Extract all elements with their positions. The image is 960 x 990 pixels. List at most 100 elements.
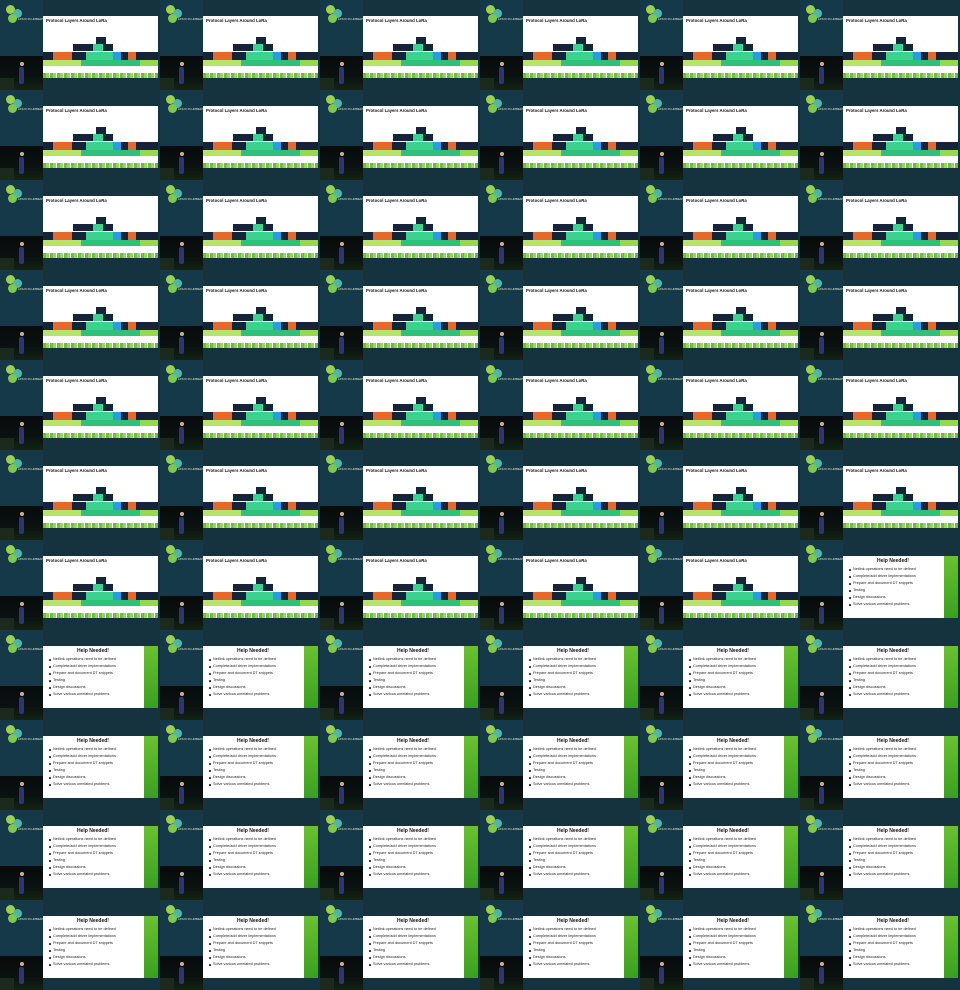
video-thumbnail[interactable]: LINUX PLUMBERS Protocol Layers Around Lo… bbox=[160, 180, 320, 270]
video-thumbnail[interactable]: LINUX PLUMBERS Help Needed! Netlink oper… bbox=[800, 900, 960, 990]
video-thumbnail[interactable]: LINUX PLUMBERS Protocol Layers Around Lo… bbox=[640, 270, 800, 360]
video-thumbnail[interactable]: LINUX PLUMBERS Help Needed! Netlink oper… bbox=[320, 630, 480, 720]
diagram-block bbox=[553, 44, 573, 51]
video-thumbnail[interactable]: LINUX PLUMBERS Protocol Layers Around Lo… bbox=[320, 90, 480, 180]
video-thumbnail[interactable]: LINUX PLUMBERS Protocol Layers Around Lo… bbox=[160, 90, 320, 180]
video-thumbnail[interactable]: LINUX PLUMBERS Protocol Layers Around Lo… bbox=[480, 450, 640, 540]
speaker-video bbox=[320, 236, 363, 270]
conference-logo: LINUX PLUMBERS bbox=[166, 545, 204, 567]
video-thumbnail[interactable]: LINUX PLUMBERS Protocol Layers Around Lo… bbox=[320, 540, 480, 630]
video-thumbnail[interactable]: LINUX PLUMBERS Protocol Layers Around Lo… bbox=[800, 360, 960, 450]
slide-title: Help Needed! bbox=[717, 648, 749, 654]
video-thumbnail[interactable]: LINUX PLUMBERS Help Needed! Netlink oper… bbox=[0, 630, 160, 720]
video-thumbnail[interactable]: LINUX PLUMBERS Protocol Layers Around Lo… bbox=[640, 540, 800, 630]
video-thumbnail[interactable]: LINUX PLUMBERS Protocol Layers Around Lo… bbox=[480, 360, 640, 450]
video-thumbnail[interactable]: LINUX PLUMBERS Help Needed! Netlink oper… bbox=[640, 630, 800, 720]
video-thumbnail[interactable]: LINUX PLUMBERS Help Needed! Netlink oper… bbox=[640, 810, 800, 900]
video-thumbnail[interactable]: LINUX PLUMBERS Protocol Layers Around Lo… bbox=[640, 0, 800, 90]
diagram-block bbox=[441, 502, 448, 510]
video-thumbnail[interactable]: LINUX PLUMBERS Protocol Layers Around Lo… bbox=[0, 540, 160, 630]
video-thumbnail[interactable]: LINUX PLUMBERS Protocol Layers Around Lo… bbox=[800, 180, 960, 270]
video-thumbnail[interactable]: LINUX PLUMBERS Protocol Layers Around Lo… bbox=[480, 180, 640, 270]
video-thumbnail[interactable]: LINUX PLUMBERS Help Needed! Netlink oper… bbox=[320, 720, 480, 810]
video-thumbnail[interactable]: LINUX PLUMBERS Protocol Layers Around Lo… bbox=[320, 270, 480, 360]
diagram-block bbox=[213, 142, 232, 150]
video-thumbnail[interactable]: LINUX PLUMBERS Protocol Layers Around Lo… bbox=[800, 270, 960, 360]
video-thumbnail[interactable]: LINUX PLUMBERS Protocol Layers Around Lo… bbox=[480, 270, 640, 360]
video-thumbnail[interactable]: LINUX PLUMBERS Help Needed! Netlink oper… bbox=[160, 810, 320, 900]
video-thumbnail[interactable]: LINUX PLUMBERS Help Needed! Netlink oper… bbox=[800, 810, 960, 900]
video-thumbnail[interactable]: LINUX PLUMBERS Help Needed! Netlink oper… bbox=[0, 810, 160, 900]
video-thumbnail[interactable]: LINUX PLUMBERS Protocol Layers Around Lo… bbox=[0, 0, 160, 90]
video-thumbnail[interactable]: LINUX PLUMBERS Protocol Layers Around Lo… bbox=[0, 450, 160, 540]
video-thumbnail[interactable]: LINUX PLUMBERS Protocol Layers Around Lo… bbox=[320, 450, 480, 540]
video-thumbnail[interactable]: LINUX PLUMBERS Protocol Layers Around Lo… bbox=[640, 90, 800, 180]
video-thumbnail[interactable]: LINUX PLUMBERS Help Needed! Netlink oper… bbox=[800, 630, 960, 720]
video-thumbnail[interactable]: LINUX PLUMBERS Protocol Layers Around Lo… bbox=[640, 450, 800, 540]
diagram-block bbox=[373, 142, 392, 150]
diagram-block bbox=[873, 494, 893, 501]
list-item: Prepare and document DT snippets bbox=[49, 760, 145, 767]
video-thumbnail[interactable]: LINUX PLUMBERS Protocol Layers Around Lo… bbox=[320, 180, 480, 270]
video-thumbnail[interactable]: LINUX PLUMBERS Help Needed! Netlink oper… bbox=[480, 630, 640, 720]
diagram-block bbox=[608, 592, 616, 600]
diagram-block bbox=[232, 232, 246, 240]
diagram-block bbox=[843, 232, 853, 240]
speaker-video bbox=[160, 956, 203, 990]
speaker-video bbox=[320, 146, 363, 180]
video-thumbnail[interactable]: LINUX PLUMBERS Protocol Layers Around Lo… bbox=[0, 90, 160, 180]
video-thumbnail[interactable]: LINUX PLUMBERS Protocol Layers Around Lo… bbox=[640, 360, 800, 450]
video-thumbnail[interactable]: LINUX PLUMBERS Help Needed! Netlink oper… bbox=[480, 900, 640, 990]
video-thumbnail[interactable]: LINUX PLUMBERS Protocol Layers Around Lo… bbox=[160, 360, 320, 450]
diagram-block bbox=[373, 502, 392, 510]
diagram-block bbox=[140, 420, 158, 426]
diagram-block bbox=[843, 322, 853, 330]
video-thumbnail[interactable]: LINUX PLUMBERS Help Needed! Netlink oper… bbox=[160, 720, 320, 810]
diagram-block bbox=[233, 584, 253, 591]
video-thumbnail[interactable]: LINUX PLUMBERS Help Needed! Netlink oper… bbox=[480, 810, 640, 900]
video-thumbnail[interactable]: LINUX PLUMBERS Protocol Layers Around Lo… bbox=[480, 0, 640, 90]
video-thumbnail[interactable]: LINUX PLUMBERS Protocol Layers Around Lo… bbox=[800, 90, 960, 180]
video-thumbnail[interactable]: LINUX PLUMBERS Protocol Layers Around Lo… bbox=[800, 0, 960, 90]
video-thumbnail[interactable]: LINUX PLUMBERS Protocol Layers Around Lo… bbox=[160, 270, 320, 360]
list-item: Netlink operations need to be defined bbox=[849, 566, 945, 573]
video-thumbnail[interactable]: LINUX PLUMBERS Help Needed! Netlink oper… bbox=[0, 720, 160, 810]
diagram-block bbox=[523, 600, 561, 606]
video-thumbnail[interactable]: LINUX PLUMBERS Protocol Layers Around Lo… bbox=[160, 450, 320, 540]
video-thumbnail[interactable]: LINUX PLUMBERS Help Needed! Netlink oper… bbox=[160, 900, 320, 990]
video-thumbnail[interactable]: LINUX PLUMBERS Help Needed! Netlink oper… bbox=[640, 900, 800, 990]
video-thumbnail[interactable]: LINUX PLUMBERS Help Needed! Netlink oper… bbox=[160, 630, 320, 720]
conference-logo: LINUX PLUMBERS bbox=[326, 365, 364, 387]
conference-logo: LINUX PLUMBERS bbox=[166, 905, 204, 927]
video-thumbnail[interactable]: LINUX PLUMBERS Protocol Layers Around Lo… bbox=[480, 90, 640, 180]
video-thumbnail[interactable]: LINUX PLUMBERS Protocol Layers Around Lo… bbox=[160, 540, 320, 630]
video-thumbnail[interactable]: LINUX PLUMBERS Protocol Layers Around Lo… bbox=[480, 540, 640, 630]
video-thumbnail[interactable]: LINUX PLUMBERS Help Needed! Netlink oper… bbox=[800, 720, 960, 810]
video-thumbnail[interactable]: LINUX PLUMBERS Help Needed! Netlink oper… bbox=[320, 900, 480, 990]
diagram-block bbox=[86, 502, 113, 510]
video-thumbnail[interactable]: LINUX PLUMBERS Help Needed! Netlink oper… bbox=[640, 720, 800, 810]
video-thumbnail[interactable]: LINUX PLUMBERS Help Needed! Netlink oper… bbox=[0, 900, 160, 990]
diagram-block bbox=[113, 232, 121, 240]
speaker-video bbox=[800, 506, 843, 540]
video-thumbnail[interactable]: LINUX PLUMBERS Protocol Layers Around Lo… bbox=[800, 450, 960, 540]
speaker-video bbox=[320, 416, 363, 450]
slide-protocol-layers: Protocol Layers Around LoRa bbox=[683, 556, 798, 618]
conference-logo: LINUX PLUMBERS bbox=[486, 545, 524, 567]
slide-title: Protocol Layers Around LoRa bbox=[206, 558, 267, 563]
video-thumbnail[interactable]: LINUX PLUMBERS Protocol Layers Around Lo… bbox=[160, 0, 320, 90]
video-thumbnail[interactable]: LINUX PLUMBERS Help Needed! Netlink oper… bbox=[320, 810, 480, 900]
video-thumbnail[interactable]: LINUX PLUMBERS Protocol Layers Around Lo… bbox=[0, 180, 160, 270]
video-thumbnail[interactable]: LINUX PLUMBERS Help Needed! Netlink oper… bbox=[800, 540, 960, 630]
video-thumbnail[interactable]: LINUX PLUMBERS Protocol Layers Around Lo… bbox=[640, 180, 800, 270]
video-thumbnail[interactable]: LINUX PLUMBERS Protocol Layers Around Lo… bbox=[0, 360, 160, 450]
diagram-block bbox=[281, 52, 288, 60]
diagram-block bbox=[566, 502, 593, 510]
video-thumbnail[interactable]: LINUX PLUMBERS Protocol Layers Around Lo… bbox=[0, 270, 160, 360]
video-thumbnail[interactable]: LINUX PLUMBERS Protocol Layers Around Lo… bbox=[320, 360, 480, 450]
speaker-video bbox=[800, 866, 843, 900]
list-item: Netlink operations need to be defined bbox=[209, 836, 305, 843]
video-thumbnail[interactable]: LINUX PLUMBERS Help Needed! Netlink oper… bbox=[480, 720, 640, 810]
list-item: Design discussions bbox=[209, 954, 305, 961]
video-thumbnail[interactable]: LINUX PLUMBERS Protocol Layers Around Lo… bbox=[320, 0, 480, 90]
